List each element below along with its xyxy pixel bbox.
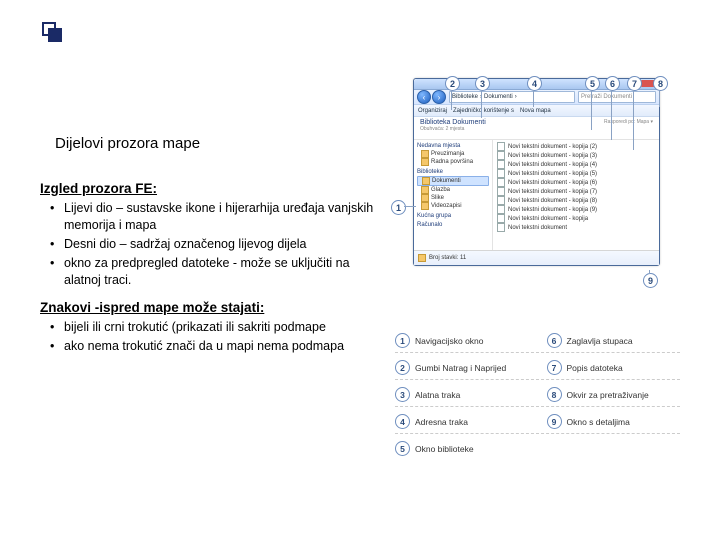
- document-icon: [497, 196, 505, 205]
- document-icon: [497, 142, 505, 151]
- bullet-list: Lijevi dio – sustavske ikone i hijerarhi…: [40, 200, 385, 288]
- navigation-pane[interactable]: Nedavna mjestaPreuzimanjaRadna površinaB…: [414, 140, 493, 250]
- forward-button[interactable]: ›: [432, 90, 446, 104]
- legend-item: 3Alatna traka: [395, 387, 529, 402]
- document-icon: [497, 160, 505, 169]
- callout-9: 9: [643, 273, 658, 288]
- file-row[interactable]: Novi tekstni dokument - kopija (6): [497, 178, 655, 187]
- bullet-list: bijeli ili crni trokutić (prikazati ili …: [40, 319, 385, 355]
- folder-icon: [418, 254, 426, 262]
- sidebar-item[interactable]: Dokumenti: [417, 176, 489, 186]
- document-icon: [497, 187, 505, 196]
- callout-legend: 1Navigacijsko okno 6Zaglavlja stupaca 2Gum…: [395, 333, 680, 456]
- document-icon: [497, 223, 505, 232]
- sidebar-item[interactable]: Radna površina: [417, 158, 489, 166]
- section-heading: Znakovi -ispred mape može stajati:: [40, 299, 385, 317]
- callout-1: 1: [391, 200, 406, 215]
- breadcrumb[interactable]: Biblioteke›Dokumenti›: [449, 91, 575, 103]
- search-input[interactable]: Pretraži Dokumenti: [578, 91, 656, 103]
- legend-item: 7Popis datoteka: [547, 360, 681, 375]
- explorer-window: ‹ › Biblioteke›Dokumenti› Pretraži Dokum…: [413, 78, 660, 266]
- library-header: Biblioteka Dokumenti Obuhvaća: 2 mjesta …: [414, 117, 659, 140]
- explorer-figure: ‹ › Biblioteke›Dokumenti› Pretraži Dokum…: [395, 78, 675, 266]
- back-button[interactable]: ‹: [417, 90, 431, 104]
- list-item: okno za predpregled datoteke - može se u…: [54, 255, 385, 289]
- legend-item: 4Adresna traka: [395, 414, 529, 429]
- file-row[interactable]: Novi tekstni dokument - kopija (3): [497, 151, 655, 160]
- legend-item: 2Gumbi Natrag i Naprijed: [395, 360, 529, 375]
- document-icon: [497, 169, 505, 178]
- document-icon: [497, 214, 505, 223]
- sidebar-item[interactable]: Preuzimanja: [417, 150, 489, 158]
- list-item: Lijevi dio – sustavske ikone i hijerarhi…: [54, 200, 385, 234]
- slide-bullet-icon: [42, 22, 60, 40]
- section-heading: Izgled prozora FE:: [40, 180, 385, 198]
- sidebar-item[interactable]: Glazba: [417, 186, 489, 194]
- toolbar[interactable]: Organiziraj Zajedničko korištenje s Nova…: [414, 105, 659, 117]
- list-item: bijeli ili crni trokutić (prikazati ili …: [54, 319, 385, 336]
- legend-item: 1Navigacijsko okno: [395, 333, 529, 348]
- legend-item: 9Okno s detaljima: [547, 414, 681, 429]
- file-row[interactable]: Novi tekstni dokument - kopija (4): [497, 160, 655, 169]
- document-icon: [497, 151, 505, 160]
- address-bar-row: ‹ › Biblioteke›Dokumenti› Pretraži Dokum…: [414, 90, 659, 105]
- file-row[interactable]: Novi tekstni dokument - kopija (2): [497, 142, 655, 151]
- close-icon[interactable]: [641, 80, 657, 87]
- legend-item: 5Okno biblioteke: [395, 441, 529, 456]
- document-icon: [497, 178, 505, 187]
- file-row[interactable]: Novi tekstni dokument - kopija (9): [497, 205, 655, 214]
- details-pane: Broj stavki: 11: [414, 250, 659, 265]
- file-list[interactable]: Novi tekstni dokument - kopija (2)Novi t…: [493, 140, 659, 250]
- sidebar-item[interactable]: Videozapisi: [417, 202, 489, 210]
- text-column: Izgled prozora FE: Lijevi dio – sustavsk…: [40, 180, 385, 365]
- file-row[interactable]: Novi tekstni dokument: [497, 223, 655, 232]
- list-item: ako nema trokutić znači da u mapi nema p…: [54, 338, 385, 355]
- list-item: Desni dio – sadržaj označenog lijevog di…: [54, 236, 385, 253]
- legend-item: 6Zaglavlja stupaca: [547, 333, 681, 348]
- legend-item: 8Okvir za pretraživanje: [547, 387, 681, 402]
- file-row[interactable]: Novi tekstni dokument - kopija (8): [497, 196, 655, 205]
- sidebar-item[interactable]: Slike: [417, 194, 489, 202]
- nav-buttons: ‹ ›: [417, 90, 446, 104]
- window-titlebar: [414, 79, 659, 90]
- page-title: Dijelovi prozora mape: [55, 135, 200, 152]
- file-row[interactable]: Novi tekstni dokument - kopija (5): [497, 169, 655, 178]
- file-row[interactable]: Novi tekstni dokument - kopija (7): [497, 187, 655, 196]
- document-icon: [497, 205, 505, 214]
- file-row[interactable]: Novi tekstni dokument - kopija: [497, 214, 655, 223]
